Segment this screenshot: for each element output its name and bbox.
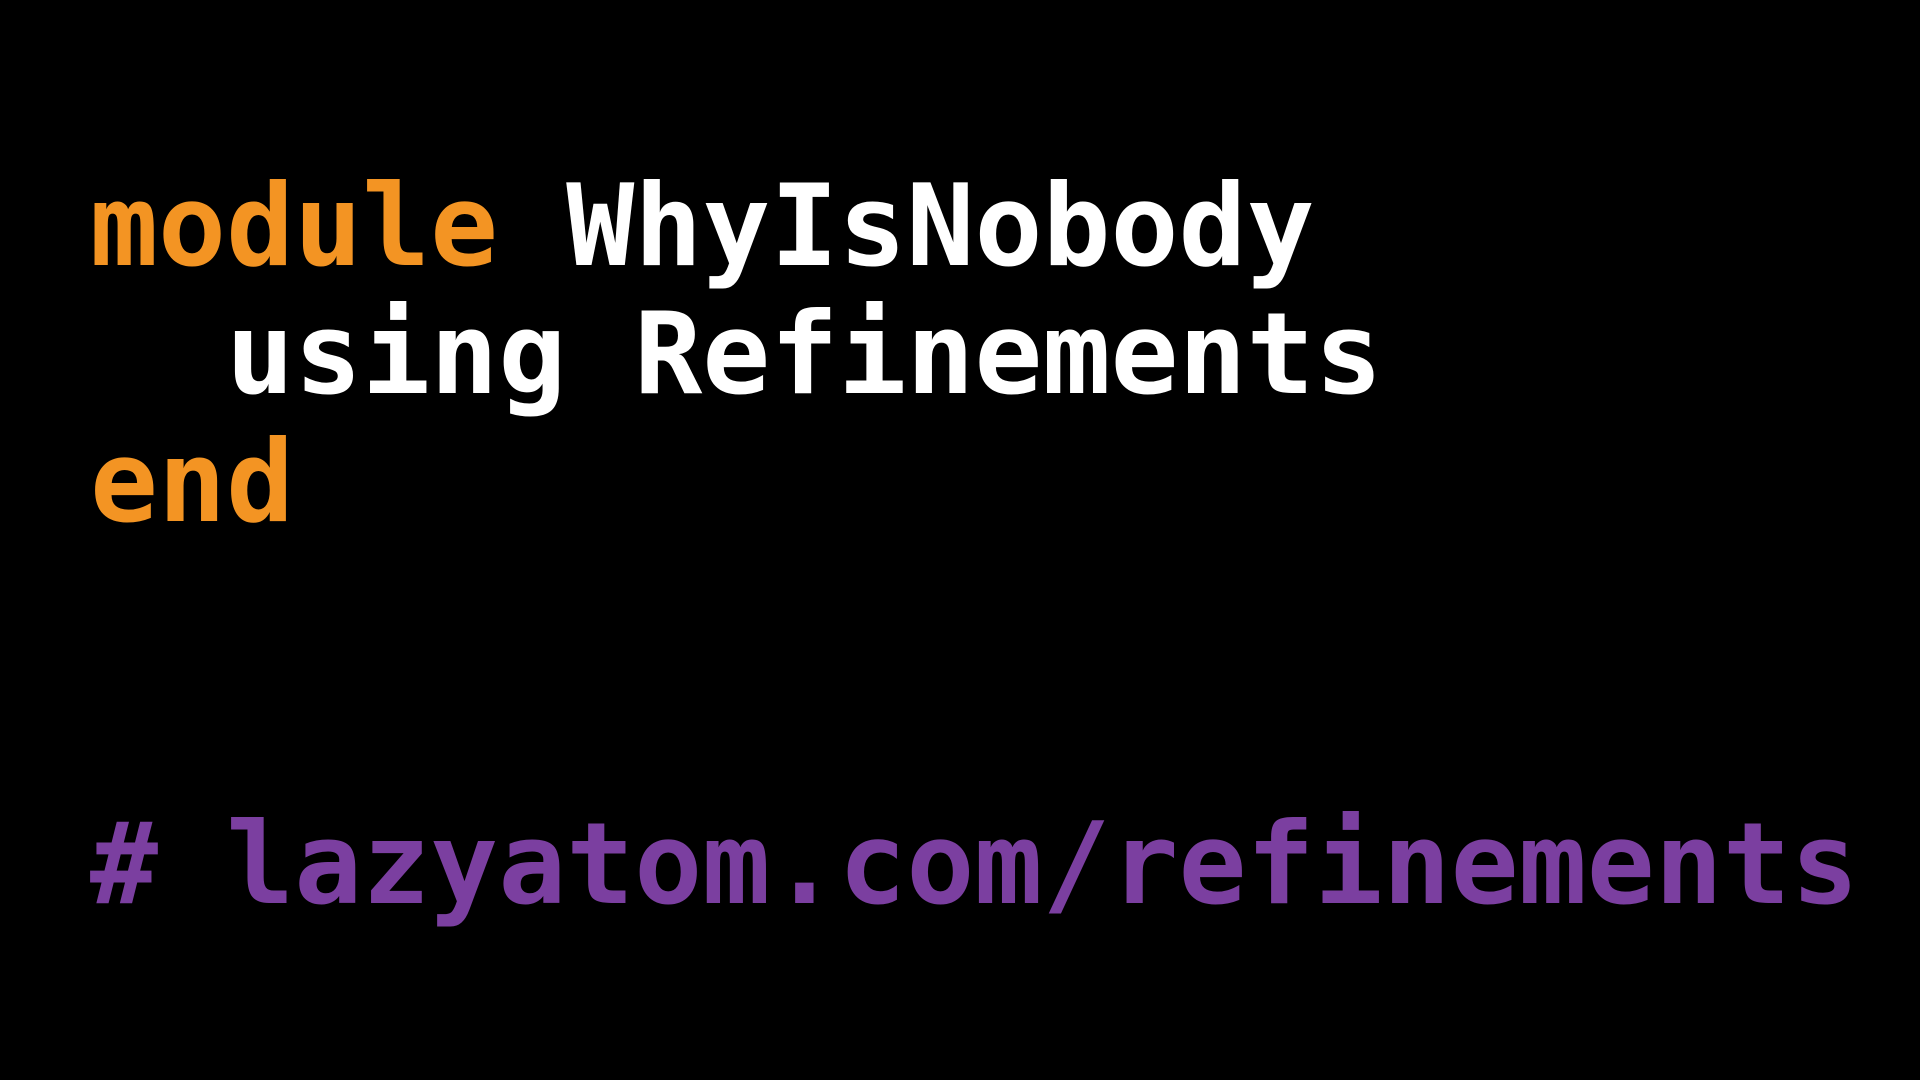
comment-text: # lazyatom.com/refinements: [90, 798, 1859, 930]
keyword-module: module: [90, 160, 499, 292]
code-comment-url: # lazyatom.com/refinements: [90, 808, 1859, 921]
code-line-using: using Refinements: [90, 298, 1383, 411]
code-line-module: module WhyIsNobody: [90, 170, 1315, 283]
module-name: WhyIsNobody: [566, 160, 1315, 292]
code-line-end: end: [90, 426, 294, 539]
code-slide: module WhyIsNobody using Refinements end…: [0, 0, 1920, 1080]
using-statement: using Refinements: [226, 288, 1383, 420]
keyword-end: end: [90, 416, 295, 548]
